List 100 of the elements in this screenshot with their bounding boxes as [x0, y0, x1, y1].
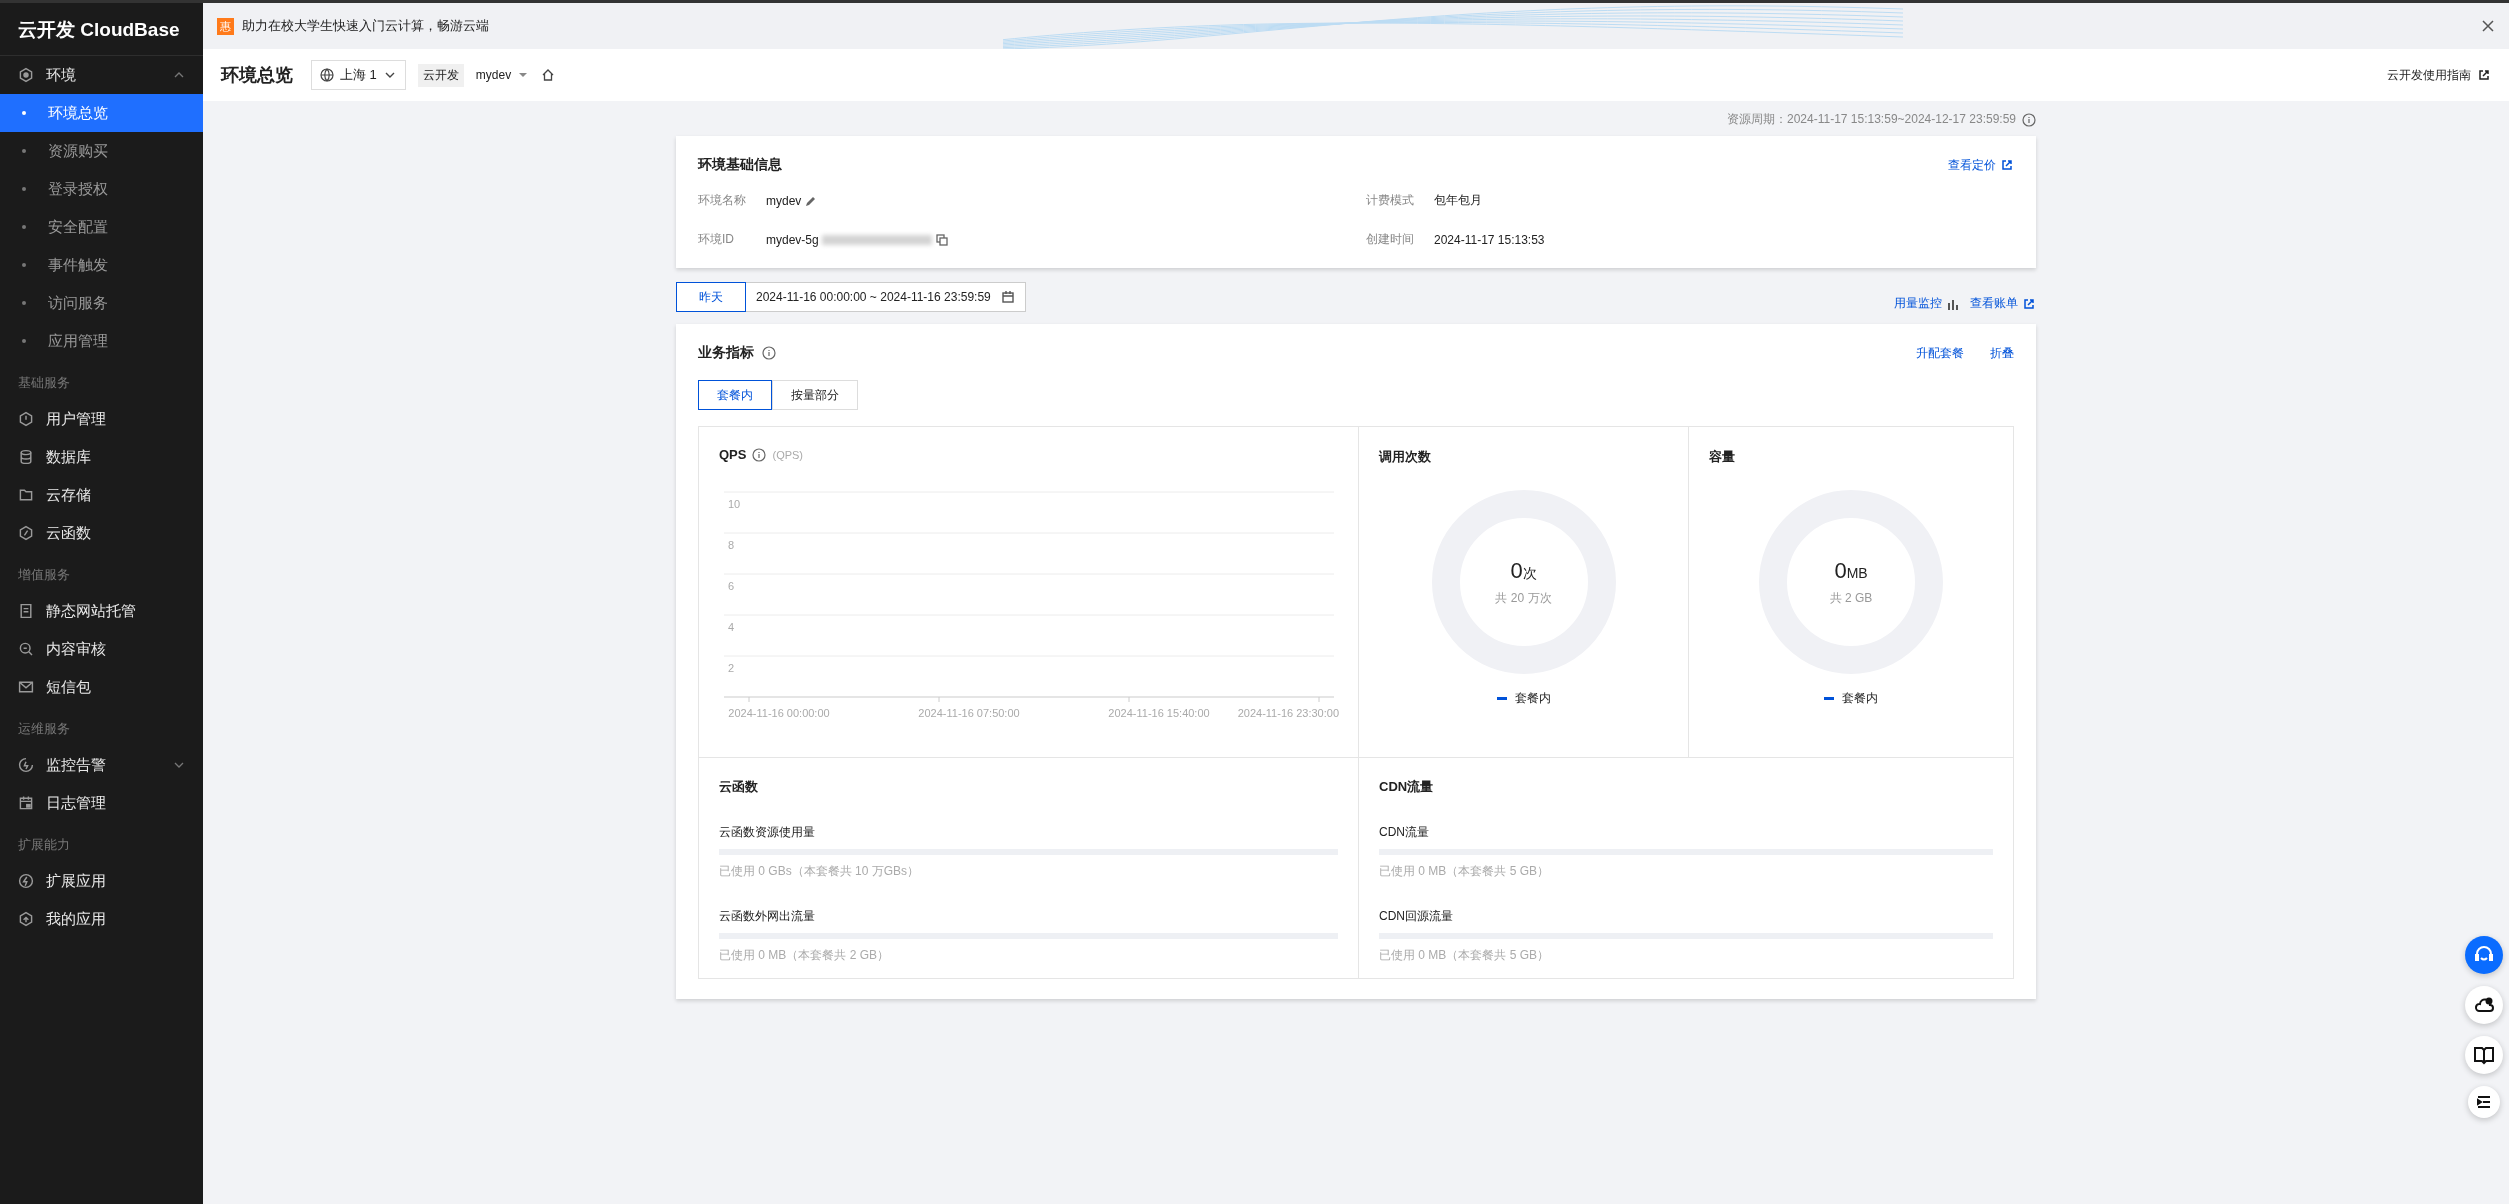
menu-icon — [18, 873, 34, 889]
menu-icon — [18, 525, 34, 541]
menu-item[interactable]: 静态网站托管 — [0, 592, 203, 630]
menu-icon — [18, 757, 34, 773]
field-value: 包年包月 — [1434, 192, 1482, 209]
legend-label: 套餐内 — [1514, 690, 1551, 707]
axis-label: 8 — [728, 539, 735, 551]
usage-total: 共 20 万次 — [1495, 589, 1552, 607]
menu-icon — [18, 67, 34, 83]
menu-group-title: 增值服务 — [17, 566, 71, 584]
env-tag: 云开发 — [417, 63, 464, 87]
panel-title: 调用次数 — [1379, 449, 1431, 464]
axis-label: 2024-11-16 15:40:00 — [1108, 707, 1210, 719]
field-label: 创建时间 — [1366, 231, 1415, 248]
menu-item[interactable]: 短信包 — [0, 668, 203, 706]
meter-label: CDN回源流量 — [1379, 908, 1454, 925]
docs-button[interactable] — [2465, 1036, 2503, 1074]
menu-item[interactable]: 扩展应用 — [0, 862, 203, 900]
toolbar-link[interactable]: 查看账单 — [1970, 295, 2036, 312]
menu-group-title: 运维服务 — [17, 720, 71, 738]
tab[interactable]: 按量部分 — [772, 380, 858, 410]
field-label: 计费模式 — [1366, 192, 1415, 209]
close-icon[interactable] — [2481, 19, 2495, 33]
submenu-item[interactable]: 应用管理 — [0, 322, 203, 360]
field-label: 环境ID — [698, 231, 735, 248]
external-link-icon — [2000, 158, 2014, 172]
submenu-item[interactable]: 资源购买 — [0, 132, 203, 170]
menu-item[interactable]: 日志管理 — [0, 784, 203, 822]
external-link-icon — [2477, 68, 2491, 82]
menu-icon — [18, 679, 34, 695]
panel-title: 云函数 — [719, 778, 759, 796]
legend-swatch — [1496, 697, 1507, 700]
copy-icon[interactable] — [934, 232, 949, 247]
action-link[interactable]: 折叠 — [1990, 344, 2014, 362]
action-link[interactable]: 升配套餐 — [1916, 344, 1964, 362]
info-icon[interactable] — [752, 447, 767, 462]
usage-note: 已使用 0 GBs（本套餐共 10 万GBs） — [719, 863, 921, 880]
usage-note: 已使用 0 MB（本套餐共 2 GB） — [719, 947, 891, 964]
card-title: 业务指标 — [698, 344, 754, 362]
date-range-field[interactable]: 2024-11-16 00:00:00 ~ 2024-11-16 23:59:59 — [746, 282, 1026, 312]
submenu-item[interactable]: 访问服务 — [0, 284, 203, 322]
axis-label: 2024-11-16 00:00:00 — [728, 707, 830, 719]
panel-title: CDN流量 — [1379, 778, 1435, 796]
usage-note: 已使用 0 MB（本套餐共 5 GB） — [1379, 947, 1551, 964]
menu-icon — [18, 487, 34, 503]
menu-group-title: 基础服务 — [17, 374, 71, 392]
submenu-item[interactable]: 登录授权 — [0, 170, 203, 208]
axis-label: 2 — [728, 662, 735, 674]
yesterday-button[interactable]: 昨天 — [676, 282, 746, 312]
axis-label: 4 — [728, 621, 735, 633]
banner-text: 助力在校大学生快速入门云计算，畅游云端 — [242, 17, 489, 35]
support-button[interactable] — [2465, 936, 2503, 974]
globe-icon — [320, 68, 334, 82]
cloud-alert-button[interactable] — [2465, 986, 2503, 1024]
meter-label: 云函数外网出流量 — [719, 908, 816, 925]
menu-item[interactable]: 用户管理 — [0, 400, 203, 438]
info-icon[interactable] — [762, 346, 776, 360]
external-link-icon — [2022, 296, 2036, 311]
tab[interactable]: 套餐内 — [698, 380, 772, 410]
list-icon — [2475, 1093, 2493, 1111]
region-select[interactable]: 上海 1 — [311, 60, 406, 90]
menu-item[interactable]: 环境 — [0, 56, 203, 94]
panel-title: QPS — [719, 447, 747, 462]
meter-label: CDN流量 — [1379, 824, 1430, 841]
home-icon[interactable] — [541, 68, 556, 82]
submenu-item[interactable]: 安全配置 — [0, 208, 203, 246]
unit-label: (QPS) — [772, 448, 804, 461]
usage-note: 已使用 0 MB（本套餐共 5 GB） — [1379, 863, 1551, 880]
menu-item[interactable]: 我的应用 — [0, 900, 203, 938]
menu-item[interactable]: 数据库 — [0, 438, 203, 476]
submenu-item[interactable]: 事件触发 — [0, 246, 203, 284]
menu-icon — [18, 641, 34, 657]
menu-icon — [18, 449, 34, 465]
field-value: mydev — [766, 193, 802, 208]
usage-value: 0次 — [1510, 557, 1537, 584]
meter-label: 云函数资源使用量 — [719, 824, 816, 841]
field-value: mydev-5g — [766, 232, 819, 247]
legend-label: 套餐内 — [1842, 690, 1878, 707]
calendar-icon — [1000, 290, 1015, 304]
env-select[interactable]: mydev — [475, 68, 530, 82]
toolbar-link[interactable]: 用量监控 — [1894, 295, 1960, 312]
guide-link[interactable]: 云开发使用指南 — [2387, 66, 2491, 84]
submenu-item[interactable]: 环境总览 — [0, 94, 203, 132]
field-value: 2024-11-17 15:13:53 — [1434, 232, 1545, 247]
panel-title: 容量 — [1709, 449, 1735, 464]
menu-icon — [18, 411, 34, 427]
menu-item[interactable]: 云函数 — [0, 514, 203, 552]
menu-icon — [18, 911, 34, 927]
list-button[interactable] — [2468, 1086, 2500, 1118]
usage-value: 0MB — [1834, 557, 1868, 584]
menu-item[interactable]: 云存储 — [0, 476, 203, 514]
info-icon[interactable] — [2022, 112, 2036, 127]
menu-item[interactable]: 监控告警 — [0, 746, 203, 784]
menu-item[interactable]: 内容审核 — [0, 630, 203, 668]
legend-swatch — [1824, 697, 1834, 700]
pricing-link[interactable]: 查看定价 — [1948, 156, 2014, 174]
axis-label: 2024-11-16 23:30:00 — [1237, 707, 1339, 719]
menu-icon — [18, 603, 34, 619]
menu-group-title: 扩展能力 — [17, 836, 71, 854]
page-title: 环境总览 — [221, 64, 293, 87]
